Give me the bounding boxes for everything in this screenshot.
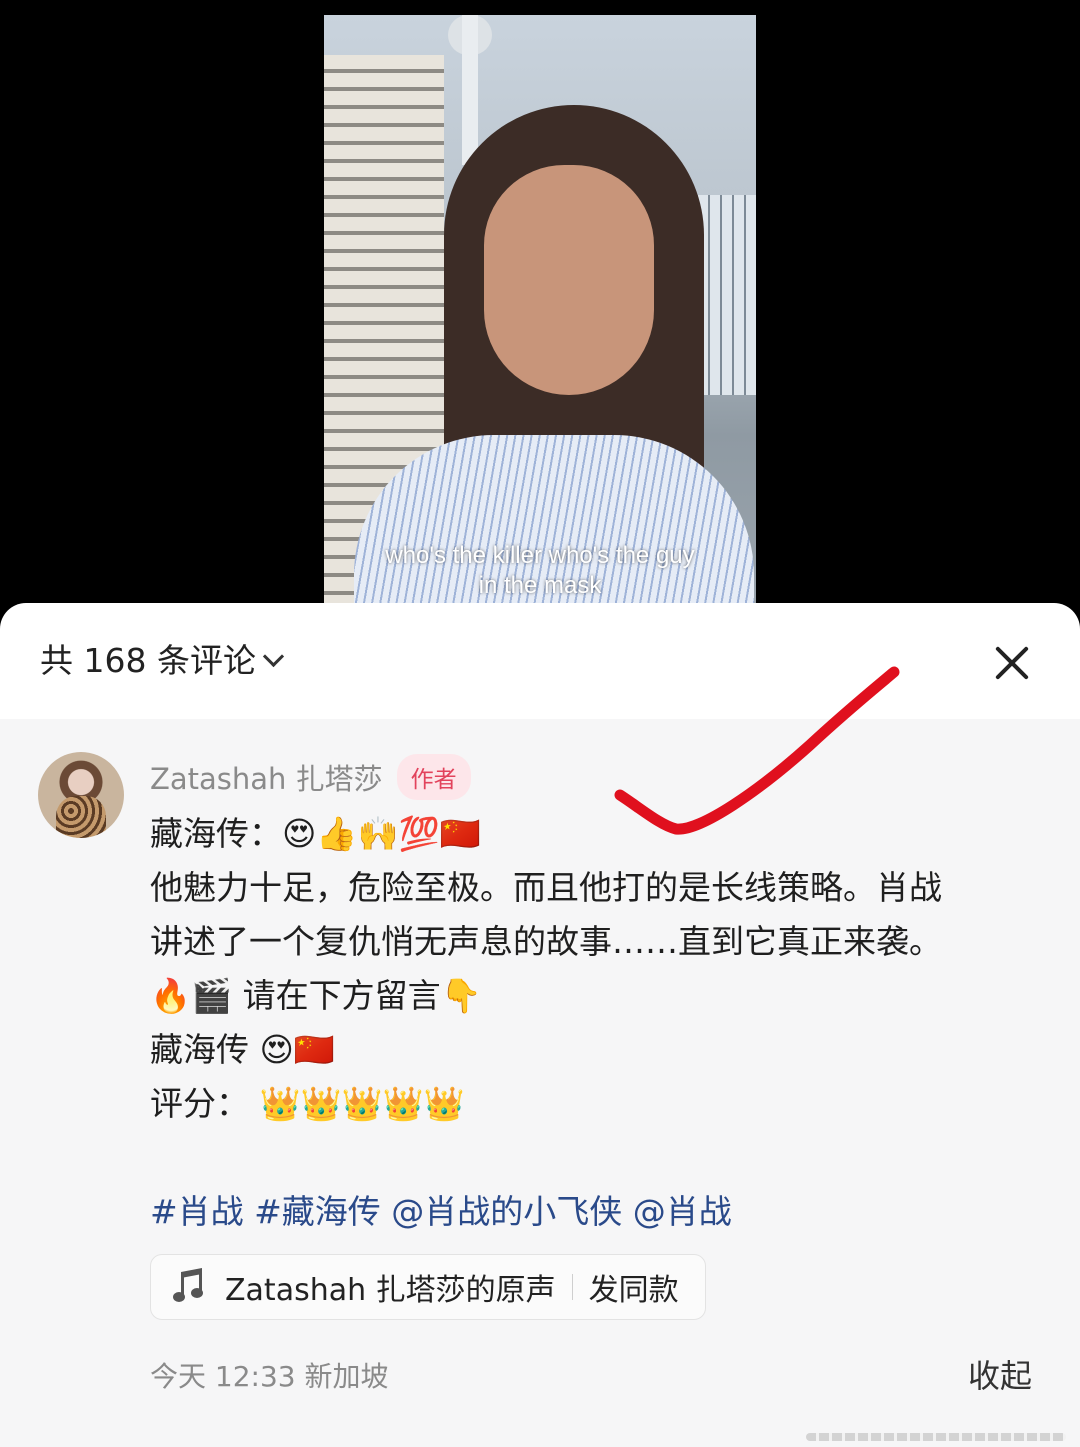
tower — [462, 15, 478, 165]
comment-panel-header: 共 168 条评论 — [0, 603, 1080, 719]
comment-author-row: Zatashah 扎塔莎 作者 — [150, 754, 471, 800]
collapse-button[interactable]: 收起 — [968, 1351, 1032, 1397]
comment-line: 🔥🎬 请在下方留言👇 — [150, 976, 482, 1015]
chevron-down-icon — [262, 645, 285, 668]
avatar-jacket — [56, 796, 106, 838]
comment-line: 藏海传：😍👍🙌💯🇨🇳 — [150, 814, 481, 853]
person-face — [484, 165, 654, 395]
original-sound-chip[interactable]: Zatashah 扎塔莎的原声 发同款 — [150, 1254, 706, 1320]
comment-panel: 共 168 条评论 Zatashah 扎塔莎 作者 藏海传：😍👍🙌💯🇨🇳 他魅力… — [0, 603, 1080, 1447]
video-subtitle: who's the killer who's the guy in the ma… — [324, 541, 756, 601]
home-indicator[interactable] — [806, 1433, 1066, 1441]
comment-line: 评分： 👑👑👑👑👑 — [150, 1084, 465, 1123]
comment-line: 他魅力十足，危险至极。而且他打的是长线策略。肖战 — [150, 868, 942, 907]
music-note-icon — [171, 1267, 205, 1304]
comment-body: 藏海传：😍👍🙌💯🇨🇳 他魅力十足，危险至极。而且他打的是长线策略。肖战 讲述了一… — [150, 807, 1050, 1239]
use-sound-button[interactable]: 发同款 — [589, 1265, 679, 1309]
comment-author-name[interactable]: Zatashah 扎塔莎 — [150, 756, 383, 798]
author-badge: 作者 — [396, 754, 471, 800]
comment-line: 讲述了一个复仇悄无声息的故事……直到它真正来袭。 — [150, 922, 942, 961]
comment-line: 藏海传 😍🇨🇳 — [150, 1030, 335, 1069]
comment-item: Zatashah 扎塔莎 作者 藏海传：😍👍🙌💯🇨🇳 他魅力十足，危险至极。而且… — [0, 719, 1080, 1447]
avatar[interactable] — [38, 752, 124, 838]
video-player[interactable]: who's the killer who's the guy in the ma… — [324, 15, 756, 615]
close-icon[interactable] — [990, 641, 1034, 685]
original-sound-label: Zatashah 扎塔莎的原声 — [225, 1273, 556, 1308]
comment-count-toggle[interactable]: 共 168 条评论 — [40, 639, 285, 683]
subtitle-line-2: in the mask — [478, 572, 602, 599]
comment-tags[interactable]: #肖战 #藏海传 @肖战的小飞侠 @肖战 — [150, 1185, 1050, 1239]
subtitle-line-1: who's the killer who's the guy — [385, 542, 695, 569]
comment-meta: 今天 12:33 新加坡 — [150, 1360, 389, 1393]
divider — [571, 1274, 573, 1300]
comment-count-label: 共 168 条评论 — [40, 641, 256, 680]
